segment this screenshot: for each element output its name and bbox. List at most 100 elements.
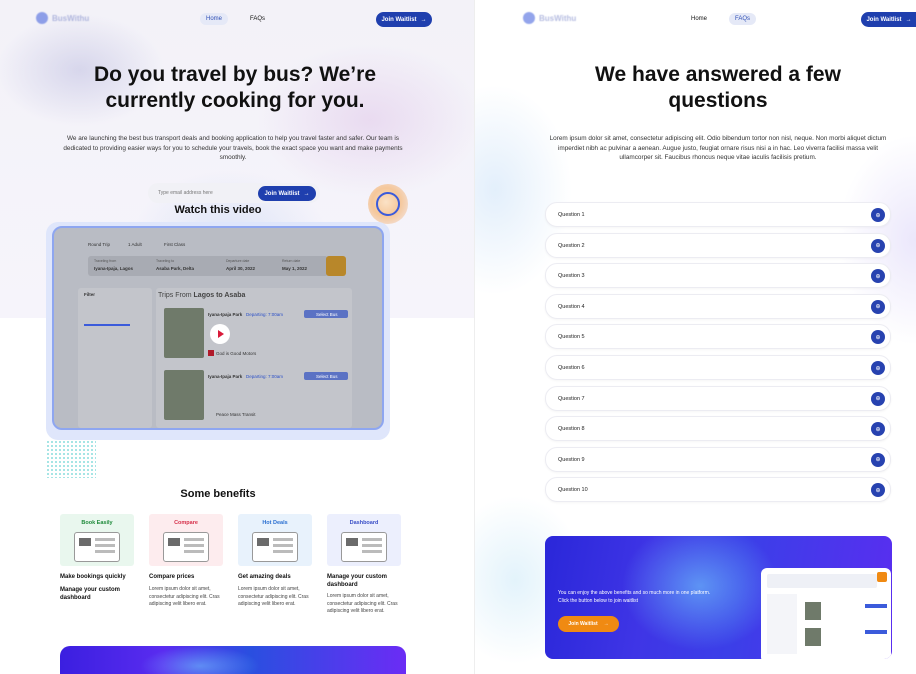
faq-item[interactable]: Question 2 ⊕ — [545, 232, 891, 258]
result2-title: Iyana-Ipaja Park — [208, 374, 243, 379]
benefit-card-dashboard: Dashboard — [327, 514, 401, 566]
depart-value: April 30, 2022 — [226, 266, 256, 271]
nav-faqs-link[interactable]: FAQs — [244, 13, 271, 25]
nav-home-link[interactable]: Home — [685, 13, 713, 25]
faq-title-line2: questions — [668, 89, 768, 112]
benefit-screenshot — [252, 532, 298, 562]
benefit-desc: Lorem ipsum dolor sit amet, consectetur … — [149, 586, 220, 607]
faq-question-label: Question 5 — [558, 334, 585, 341]
cta-join-waitlist-button[interactable]: Join Waitlist → — [558, 616, 619, 632]
nav-faqs-link[interactable]: FAQs — [729, 13, 757, 25]
faq-item[interactable]: Question 5 ⊕ — [545, 324, 891, 350]
faq-question-label: Question 7 — [558, 395, 585, 402]
faq-question-label: Question 6 — [558, 365, 585, 371]
play-icon — [218, 330, 224, 338]
benefit-title-extra: Manage your custom dashboard — [60, 587, 121, 601]
to-label: Traveling to — [156, 259, 175, 263]
email-input[interactable]: Type email address here — [158, 190, 213, 196]
hero-paragraph: We are launching the best bus transport … — [63, 135, 403, 161]
video-player[interactable]: Round Trip 1 Adult First Class Traveling… — [52, 226, 384, 430]
filter-label: Filter — [84, 292, 96, 297]
company-logo — [208, 350, 214, 356]
top-nav: BusWithu Home FAQs Join Waitlist → — [0, 0, 474, 40]
benefit-card-book: Book Easily — [60, 514, 134, 566]
expand-icon[interactable]: ⊕ — [871, 483, 885, 498]
hero-join-waitlist-button[interactable]: Join Waitlist → — [258, 186, 316, 201]
faq-item[interactable]: Question 1 ⊕ — [545, 202, 891, 227]
expand-icon[interactable]: ⊕ — [871, 238, 885, 253]
nav-home-link[interactable]: Home — [200, 13, 229, 25]
expand-icon[interactable]: ⊕ — [871, 452, 885, 467]
logo-text: BusWithu — [52, 13, 90, 23]
logo-icon — [36, 12, 48, 24]
trips-heading: Trips From Lagos to Asaba — [158, 292, 245, 299]
expand-icon[interactable]: ⊕ — [871, 422, 885, 437]
faq-question-label: Question 9 — [558, 456, 585, 463]
benefit-title: Manage your custom dashboard — [327, 574, 388, 588]
faq-title: We have answered a few questions — [535, 62, 901, 114]
expand-icon[interactable]: ⊕ — [871, 299, 885, 314]
hero-title: Do you travel by bus? We’re currently co… — [40, 62, 430, 114]
cta-join-waitlist-label: Join Waitlist — [568, 621, 598, 627]
search-button — [326, 256, 346, 276]
screenshot-select-button — [865, 630, 887, 634]
screenshot-bus-photo — [805, 602, 821, 620]
result1-select-label: Select Bus — [316, 312, 338, 317]
logo[interactable]: BusWithu — [523, 12, 576, 24]
result2-select-label: Select Bus — [316, 374, 338, 379]
faq-item[interactable]: Question 3 ⊕ — [545, 263, 891, 289]
price-slider — [84, 324, 130, 326]
faq-question-label: Question 8 — [558, 426, 585, 433]
bus-photo — [164, 308, 204, 358]
arrow-right-icon: → — [603, 621, 609, 627]
result1-title: Iyana-Ipaja Park — [208, 312, 243, 317]
benefit-desc: Lorem ipsum dolor sit amet, consectetur … — [238, 586, 309, 607]
nav-join-waitlist-button[interactable]: Join Waitlist → — [861, 12, 916, 27]
benefit-tag: Hot Deals — [262, 520, 288, 526]
tab-class: First Class — [164, 242, 186, 247]
tab-round-trip: Round Trip — [88, 242, 111, 247]
expand-icon[interactable]: ⊕ — [871, 330, 885, 345]
from-value: Iyana-Ipaja, Lagos — [94, 266, 134, 271]
to-value: Asaba Park, Delta — [156, 266, 195, 271]
return-label: Return date — [282, 259, 301, 263]
faq-page-panel: BusWithu Home FAQs Join Waitlist → We ha… — [474, 0, 916, 674]
faq-item[interactable]: Question 7 ⊕ — [545, 385, 891, 411]
faq-item[interactable]: Question 10 ⊕ — [545, 477, 891, 503]
result2-company: Peace Mass Transit — [216, 412, 256, 417]
top-nav: BusWithu Home FAQs Join Waitlist → — [475, 0, 916, 40]
logo-icon — [523, 12, 535, 24]
hero-title-line1: Do you travel by bus? We’re — [93, 63, 376, 86]
cta-banner: You can enjoy the above benefits and so … — [545, 536, 892, 659]
landing-page-panel: BusWithu Home FAQs Join Waitlist → Do yo… — [0, 0, 474, 674]
screenshot-select-button — [865, 604, 887, 608]
result1-sub: Departing: 7:00am — [246, 312, 284, 317]
expand-icon[interactable]: ⊕ — [871, 361, 885, 375]
expand-icon[interactable]: ⊕ — [871, 269, 885, 284]
benefit-title: Make bookings quickly — [60, 574, 126, 580]
nav-join-waitlist-button[interactable]: Join Waitlist → — [376, 12, 432, 27]
faq-question-label: Question 4 — [558, 303, 585, 310]
expand-icon[interactable]: ⊕ — [871, 208, 885, 222]
cta-text: You can enjoy the above benefits and so … — [558, 590, 711, 604]
arrow-right-icon: → — [905, 16, 912, 23]
benefit-tag: Dashboard — [349, 520, 379, 526]
faq-item[interactable]: Question 6 ⊕ — [545, 355, 891, 380]
cta-banner-partial — [60, 646, 406, 674]
trips-route: Lagos to Asaba — [193, 292, 246, 299]
video-heading: Watch this video — [174, 204, 262, 216]
screenshot-bus-photo — [805, 628, 821, 646]
faq-item[interactable]: Question 9 ⊕ — [545, 446, 891, 472]
from-label: Traveling from — [94, 259, 117, 263]
expand-icon[interactable]: ⊕ — [871, 391, 885, 406]
faq-title-line1: We have answered a few — [595, 63, 841, 86]
benefit-card-compare: Compare — [149, 514, 223, 566]
app-root: BusWithu Home FAQs Join Waitlist → Do yo… — [0, 0, 916, 674]
faq-question-label: Question 2 — [558, 242, 585, 249]
play-button[interactable] — [210, 324, 230, 344]
app-screenshot — [761, 568, 891, 659]
logo[interactable]: BusWithu — [36, 12, 89, 24]
faq-item[interactable]: Question 4 ⊕ — [545, 293, 891, 319]
faq-item[interactable]: Question 8 ⊕ — [545, 416, 891, 442]
benefit-tag: Book Easily — [81, 520, 113, 526]
